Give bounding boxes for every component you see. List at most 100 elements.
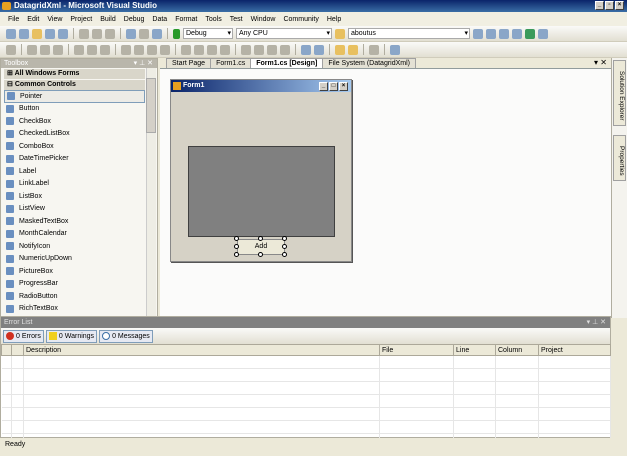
new-project-icon[interactable] <box>6 28 16 39</box>
tab-start-page[interactable]: Start Page <box>166 58 212 68</box>
menu-tools[interactable]: Tools <box>201 16 225 23</box>
object-browser-icon[interactable] <box>499 28 509 39</box>
menu-edit[interactable]: Edit <box>23 16 43 23</box>
align-middle-icon[interactable] <box>87 44 97 55</box>
resize-handle[interactable] <box>234 252 239 257</box>
vspacing-equal-icon[interactable] <box>241 44 251 55</box>
toolbox-item-linklabel[interactable]: LinkLabel <box>1 178 145 191</box>
toolbox-item-radiobutton[interactable]: RadioButton <box>1 290 145 303</box>
menu-format[interactable]: Format <box>171 16 201 23</box>
command-window-icon[interactable] <box>538 28 548 39</box>
send-to-back-icon[interactable] <box>348 44 358 55</box>
resize-handle[interactable] <box>258 236 263 241</box>
toolbox-item-maskedtextbox[interactable]: MaskedTextBox <box>1 215 145 228</box>
menu-view[interactable]: View <box>43 16 66 23</box>
resize-handle[interactable] <box>282 236 287 241</box>
close-button[interactable]: × <box>615 1 624 10</box>
find-combo[interactable]: aboutus <box>348 28 470 39</box>
align-left-icon[interactable] <box>27 44 37 55</box>
toolbox-item-checkbox[interactable]: CheckBox <box>1 115 145 128</box>
resize-handle[interactable] <box>234 236 239 241</box>
start-debug-icon[interactable] <box>173 28 180 39</box>
menu-test[interactable]: Test <box>226 16 247 23</box>
toolbox-item-button[interactable]: Button <box>1 103 145 116</box>
toolbox-item-combobox[interactable]: ComboBox <box>1 140 145 153</box>
restore-button[interactable]: ▫ <box>605 1 614 10</box>
group-common-controls[interactable]: ⊟ Common Controls <box>4 80 145 90</box>
configuration-select[interactable]: Debug <box>183 28 233 39</box>
hspacing-equal-icon[interactable] <box>181 44 191 55</box>
tab-order-icon[interactable] <box>390 44 400 55</box>
align-bottom-icon[interactable] <box>100 44 110 55</box>
lock-controls-icon[interactable] <box>369 44 379 55</box>
cut-icon[interactable] <box>79 28 89 39</box>
properties-tab[interactable]: Properties <box>613 135 626 181</box>
toolbox-item-pointer[interactable]: Pointer <box>4 90 145 103</box>
toolbox-item-monthcalendar[interactable]: MonthCalendar <box>1 228 145 241</box>
align-grid-icon[interactable] <box>6 44 16 55</box>
same-height-icon[interactable] <box>134 44 144 55</box>
size-to-grid-icon[interactable] <box>160 44 170 55</box>
tab-file-system[interactable]: File System (DatagridXml) <box>322 58 417 68</box>
save-icon[interactable] <box>45 28 55 39</box>
resize-handle[interactable] <box>234 244 239 249</box>
menu-file[interactable]: File <box>4 16 23 23</box>
navigate-icon[interactable] <box>152 28 162 39</box>
tab-form1-cs[interactable]: Form1.cs <box>210 58 252 68</box>
errors-filter-button[interactable]: 0 Errors <box>3 329 44 343</box>
same-width-icon[interactable] <box>121 44 131 55</box>
form1-window[interactable]: Form1 _ □ × Add <box>170 79 352 262</box>
tab-close-icon[interactable]: ▾ ✕ <box>594 58 607 67</box>
paste-icon[interactable] <box>105 28 115 39</box>
col-header-description[interactable]: Description <box>23 344 380 356</box>
menu-debug[interactable]: Debug <box>120 16 149 23</box>
center-vertically-icon[interactable] <box>314 44 324 55</box>
vspacing-remove-icon[interactable] <box>280 44 290 55</box>
toolbox-item-datetimepicker[interactable]: DateTimePicker <box>1 153 145 166</box>
minimize-button[interactable]: _ <box>595 1 604 10</box>
hspacing-increase-icon[interactable] <box>194 44 204 55</box>
col-header-project[interactable]: Project <box>538 344 611 356</box>
menu-help[interactable]: Help <box>323 16 345 23</box>
undo-icon[interactable] <box>126 28 136 39</box>
open-icon[interactable] <box>32 28 42 39</box>
group-all-windows-forms[interactable]: ⊞ All Windows Forms <box>4 69 145 79</box>
resize-handle[interactable] <box>282 244 287 249</box>
align-right-icon[interactable] <box>53 44 63 55</box>
hspacing-remove-icon[interactable] <box>220 44 230 55</box>
align-top-icon[interactable] <box>74 44 84 55</box>
center-horizontally-icon[interactable] <box>301 44 311 55</box>
toolbox-pin-close-icon[interactable]: ▾ ⊥ ✕ <box>134 59 153 68</box>
messages-filter-button[interactable]: 0 Messages <box>99 329 153 343</box>
tab-form1-design[interactable]: Form1.cs [Design] <box>250 58 324 68</box>
toolbox-item-richtextbox[interactable]: RichTextBox <box>1 303 145 316</box>
toolbox-item-progressbar[interactable]: ProgressBar <box>1 278 145 291</box>
panel-pin-close-icon[interactable]: ▾ ⊥ ✕ <box>587 317 606 328</box>
vspacing-decrease-icon[interactable] <box>267 44 277 55</box>
menu-build[interactable]: Build <box>96 16 120 23</box>
start-page-icon[interactable] <box>525 28 535 39</box>
menu-data[interactable]: Data <box>148 16 171 23</box>
col-header-icon[interactable] <box>1 344 12 356</box>
toolbox-item-checkedlistbox[interactable]: CheckedListBox <box>1 128 145 141</box>
save-all-icon[interactable] <box>58 28 68 39</box>
same-size-icon[interactable] <box>147 44 157 55</box>
toolbox-item-notifyicon[interactable]: NotifyIcon <box>1 240 145 253</box>
col-header-line[interactable]: Line <box>453 344 496 356</box>
hspacing-decrease-icon[interactable] <box>207 44 217 55</box>
toolbox-item-listbox[interactable]: ListBox <box>1 190 145 203</box>
bring-to-front-icon[interactable] <box>335 44 345 55</box>
toolbox-item-picturebox[interactable]: PictureBox <box>1 265 145 278</box>
toolbox-item-label[interactable]: Label <box>1 165 145 178</box>
toolbox-item-listview[interactable]: ListView <box>1 203 145 216</box>
platform-select[interactable]: Any CPU <box>236 28 332 39</box>
vspacing-increase-icon[interactable] <box>254 44 264 55</box>
col-header-column[interactable]: Column <box>495 344 539 356</box>
col-header-number[interactable] <box>11 344 24 356</box>
align-center-icon[interactable] <box>40 44 50 55</box>
warnings-filter-button[interactable]: 0 Warnings <box>45 329 98 343</box>
add-item-icon[interactable] <box>19 28 29 39</box>
col-header-file[interactable]: File <box>379 344 454 356</box>
solution-explorer-tab[interactable]: Solution Explorer <box>613 60 626 126</box>
menu-community[interactable]: Community <box>279 16 322 23</box>
